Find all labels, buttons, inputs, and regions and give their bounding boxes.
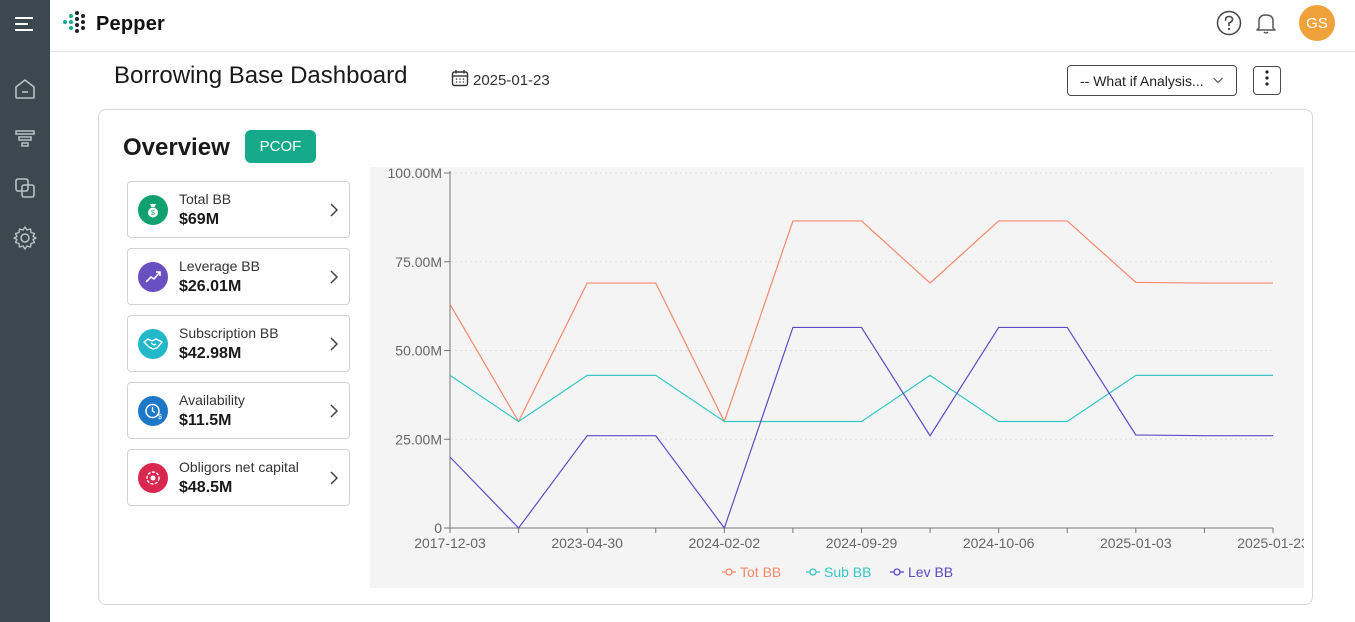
stat-label: Availability <box>179 392 245 408</box>
bell-icon[interactable] <box>1253 10 1279 36</box>
legend-item: Sub BB <box>824 564 871 580</box>
x-tick-label: 2024-09-29 <box>826 535 898 551</box>
stat-value: $69M <box>179 211 220 228</box>
borrowing-base-chart[interactable]: 0 25.00M 50.00M 75.00M 100.00M 2017-12-03 2023… <box>370 167 1304 588</box>
series-line-sub-bb <box>449 374 1273 423</box>
stat-card-subscription-bb[interactable]: Subscription BB $42.98M <box>127 315 350 372</box>
date-picker[interactable]: 2025-01-23 <box>451 69 550 91</box>
what-if-placeholder: -- What if Analysis... <box>1080 72 1204 89</box>
legend-marker <box>725 568 733 576</box>
growth-chart-icon <box>138 262 168 292</box>
calendar-icon <box>451 69 469 91</box>
series-line-tot-bb <box>449 220 1273 424</box>
app-name: Pepper <box>96 13 166 35</box>
money-bag-icon: $ <box>138 195 168 225</box>
x-tick-label: 2025-01-23 <box>1237 535 1304 551</box>
capital-icon <box>138 463 168 493</box>
chevron-down-icon <box>1212 73 1224 89</box>
svg-text:$: $ <box>151 210 155 217</box>
overview-title: Overview <box>123 134 230 161</box>
sidebar <box>0 0 50 622</box>
chevron-right-icon <box>329 269 339 290</box>
x-tick-label: 2025-01-03 <box>1100 535 1172 551</box>
page-title: Borrowing Base Dashboard <box>114 62 408 89</box>
help-icon[interactable] <box>1216 10 1242 36</box>
top-bar: Pepper GS <box>50 0 1355 52</box>
legend-item: Lev BB <box>908 564 953 580</box>
home-icon[interactable] <box>0 69 50 109</box>
y-tick-label: 100.00M <box>388 167 442 181</box>
stat-label: Subscription BB <box>179 325 279 341</box>
y-tick-label: 75.00M <box>395 254 442 270</box>
stat-card-availability[interactable]: $ Availability $11.5M <box>127 382 350 439</box>
y-tick-label: 0 <box>434 520 442 536</box>
gear-icon[interactable] <box>0 218 50 258</box>
stat-card-total-bb[interactable]: $ Total BB $69M <box>127 181 350 238</box>
y-tick-label: 50.00M <box>395 343 442 359</box>
kebab-icon <box>1265 70 1269 91</box>
chevron-right-icon <box>329 336 339 357</box>
stat-card-leverage-bb[interactable]: Leverage BB $26.01M <box>127 248 350 305</box>
clock-dollar-icon: $ <box>138 396 168 426</box>
stat-value: $42.98M <box>179 345 242 362</box>
funnel-icon[interactable] <box>0 119 50 159</box>
y-tick-label: 25.00M <box>395 431 442 447</box>
stat-label: Leverage BB <box>179 258 260 274</box>
stat-value: $26.01M <box>179 278 242 295</box>
menu-icon[interactable] <box>0 4 50 44</box>
stat-value: $11.5M <box>179 412 232 429</box>
what-if-analysis-select[interactable]: -- What if Analysis... <box>1067 65 1237 96</box>
handshake-icon <box>138 329 168 359</box>
stat-label: Obligors net capital <box>179 459 299 475</box>
more-options-button[interactable] <box>1253 66 1281 95</box>
chevron-right-icon <box>329 470 339 491</box>
svg-text:$: $ <box>158 414 162 420</box>
avatar[interactable]: GS <box>1299 5 1335 41</box>
pepper-logo-icon <box>62 10 88 39</box>
stat-value: $48.5M <box>179 479 233 496</box>
layers-icon[interactable] <box>0 168 50 208</box>
legend-item: Tot BB <box>740 564 781 580</box>
chevron-right-icon <box>329 202 339 223</box>
x-tick-label: 2024-02-02 <box>689 535 761 551</box>
legend-marker <box>809 568 817 576</box>
legend-marker <box>893 568 901 576</box>
stat-label: Total BB <box>179 191 232 207</box>
series-line-lev-bb <box>449 326 1273 530</box>
fund-button-pcof[interactable]: PCOF <box>245 130 316 163</box>
x-tick-label: 2017-12-03 <box>414 535 486 551</box>
x-tick-label: 2024-10-06 <box>963 535 1035 551</box>
selected-date: 2025-01-23 <box>473 71 550 89</box>
chart-svg: 0 25.00M 50.00M 75.00M 100.00M 2017-12-03 2023… <box>388 167 1304 580</box>
brand[interactable]: Pepper <box>62 10 165 39</box>
x-tick-label: 2023-04-30 <box>551 535 623 551</box>
stat-card-obligors-net-capital[interactable]: Obligors net capital $48.5M <box>127 449 350 506</box>
chevron-right-icon <box>329 403 339 424</box>
